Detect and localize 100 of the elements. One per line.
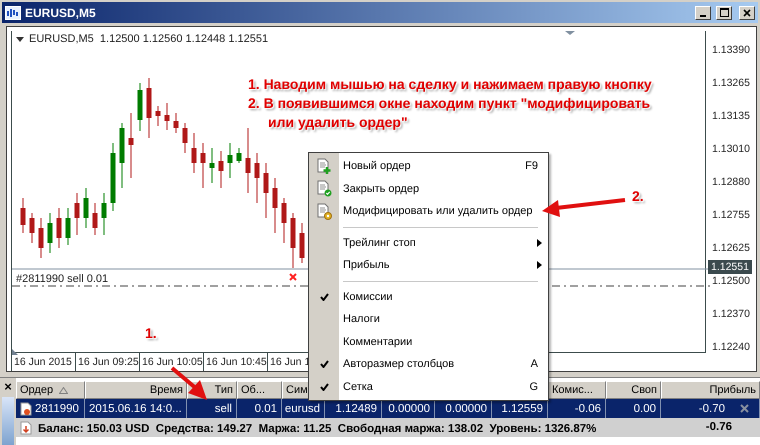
candlestick	[48, 212, 52, 254]
order-label: #2811990 sell 0.01	[16, 273, 108, 285]
candlestick	[156, 106, 160, 126]
menu-item[interactable]: Налоги	[309, 308, 548, 330]
price-label: 1.12500	[712, 275, 750, 287]
menu-item[interactable]: Комментарии	[309, 330, 548, 353]
price-label: 1.12240	[712, 341, 750, 353]
menu-item[interactable]: Закрыть ордер	[309, 178, 548, 200]
order-row[interactable]: 2811990 2015.06.16 14:0... sell 0.01 eurusd 1.12489 0.00000 0.00000 1.12559 -0.06 0.00 -0.70	[16, 399, 760, 418]
shift-marker-icon	[565, 31, 575, 35]
time-label: 16 Jun 2015	[11, 353, 75, 371]
menu-item[interactable]: Новый ордер F9	[309, 155, 548, 178]
table-cell: 0.01	[254, 402, 277, 414]
time-label: 16 Jun 10:05	[139, 353, 203, 371]
table-cell: -0.70	[698, 402, 725, 414]
document-check-icon	[316, 180, 332, 198]
step-marker: 2.	[632, 188, 644, 204]
candlestick	[272, 178, 278, 234]
candlestick	[218, 150, 224, 188]
close-icon	[743, 8, 751, 16]
candlestick	[210, 148, 214, 184]
price-label: 1.12625	[712, 242, 750, 254]
submenu-arrow-icon	[537, 238, 542, 247]
balance-icon	[20, 420, 32, 434]
candlestick	[282, 198, 286, 244]
table-cell: 0.00	[634, 402, 656, 414]
table-cell: 2015.06.16 14:0...	[89, 402, 182, 414]
step-marker: 1.	[145, 325, 157, 341]
candlestick	[254, 152, 260, 204]
candlestick	[92, 202, 98, 236]
price-label: 1.13135	[712, 110, 750, 122]
candlestick	[138, 82, 142, 132]
menu-item[interactable]: Модифицировать или удалить ордер	[309, 200, 548, 222]
candlestick	[228, 142, 232, 178]
candlestick	[146, 78, 152, 138]
table-cell: 1.12489	[335, 402, 377, 414]
candlestick	[30, 212, 34, 244]
column-header[interactable]: Прибыль	[661, 381, 760, 399]
submenu-arrow-icon	[537, 261, 542, 270]
price-label: 1.13265	[712, 77, 750, 89]
instruction-text: 2. В появившимся окне находим пункт "модифицировать или удалить ордер"	[248, 94, 652, 132]
window-title: EURUSD,M5	[25, 6, 97, 20]
candlestick	[174, 112, 178, 134]
table-cell: eurusd	[284, 402, 320, 414]
close-icon[interactable]	[740, 404, 749, 413]
table-cell: 1.12559	[501, 402, 543, 414]
candlestick	[66, 208, 70, 246]
candlestick	[236, 148, 242, 164]
candlestick	[110, 142, 116, 212]
panel-close-button[interactable]: ×	[4, 380, 12, 394]
candlestick	[164, 102, 170, 130]
chart-window-icon	[5, 6, 21, 20]
candlestick	[56, 208, 62, 248]
account-summary: Баланс: 150.03 USD Средства: 149.27 Маржа: 11.25 Свободная маржа: 138.02 Уровень: 1326.87%	[38, 422, 596, 435]
time-label: 16 Jun 09:25	[75, 353, 139, 371]
maximize-button[interactable]	[716, 6, 732, 20]
candlestick	[84, 188, 88, 228]
table-cell: -0.06	[574, 402, 601, 414]
candlestick	[290, 212, 296, 268]
close-button[interactable]	[739, 6, 755, 20]
table-cell: 0.00000	[388, 402, 430, 414]
dropdown-triangle-icon[interactable]	[16, 36, 24, 42]
candlestick	[300, 222, 304, 264]
column-header[interactable]: Комис...	[548, 381, 606, 399]
instruction-text: 1. Наводим мышью на сделку и нажимаем правую кнопку	[248, 75, 653, 94]
current-price-label: 1.12551	[708, 260, 752, 274]
total-profit: -0.76	[706, 420, 733, 435]
price-label: 1.13390	[712, 44, 750, 56]
price-label: 1.12880	[712, 176, 750, 188]
document-gear-icon	[316, 202, 332, 220]
candlestick	[20, 198, 26, 234]
order-icon	[20, 402, 32, 416]
column-header[interactable]: Время	[85, 381, 187, 399]
candlestick	[128, 112, 134, 178]
table-cell: 2811990	[35, 402, 79, 414]
price-label: 1.12370	[712, 308, 750, 320]
order-marker-icon	[289, 273, 297, 281]
document-plus-icon	[316, 158, 332, 175]
table-cell: 0.00000	[445, 402, 487, 414]
candlestick	[182, 122, 188, 154]
column-header[interactable]: Ордер	[16, 381, 85, 399]
candlestick	[38, 218, 44, 258]
column-header[interactable]: Своп	[606, 381, 661, 399]
time-label: 16 Jun 10:45	[203, 353, 267, 371]
candlestick	[246, 128, 250, 194]
candlestick	[200, 142, 206, 188]
menu-item[interactable]: Комиссии	[309, 286, 548, 308]
price-label: 1.13010	[712, 143, 750, 155]
table-cell: sell	[214, 402, 232, 414]
minimize-icon	[700, 14, 706, 16]
chart-header: EURUSD,M5 1.12500 1.12560 1.12448 1.12551	[29, 33, 268, 45]
candlestick	[74, 192, 80, 236]
minimize-button[interactable]	[695, 6, 711, 20]
corner-marker-icon	[12, 349, 18, 355]
menu-item[interactable]: Прибыль	[309, 254, 548, 276]
menu-item[interactable]: Трейлинг стоп	[309, 232, 548, 254]
candlestick	[192, 132, 196, 174]
column-header[interactable]: Об...	[237, 381, 282, 399]
candlestick	[264, 162, 268, 218]
price-label: 1.12755	[712, 209, 750, 221]
